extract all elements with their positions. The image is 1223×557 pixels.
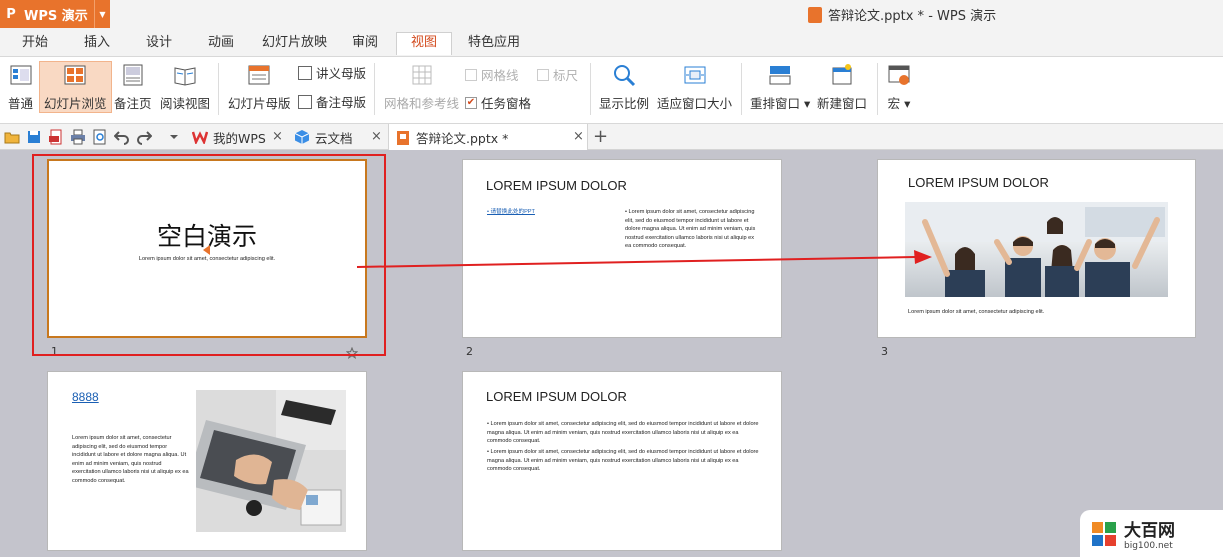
book-icon: [173, 63, 197, 87]
print-preview-icon[interactable]: [92, 129, 108, 145]
watermark-text: 大百网: [1124, 521, 1175, 541]
wps-w-logo-icon: [192, 131, 208, 144]
ruler-checkbox-box[interactable]: [537, 68, 549, 81]
arrange-windows-icon: [768, 63, 792, 87]
close-icon[interactable]: ×: [272, 129, 283, 144]
arrange-windows-button[interactable]: 重排窗口 ▾: [750, 63, 810, 112]
tab-current-document-label: 答辩论文.pptx *: [416, 131, 509, 146]
notes-page-label: 备注页: [114, 96, 152, 111]
export-pdf-icon[interactable]: [48, 129, 64, 145]
handout-master-icon: [298, 65, 312, 80]
slide-sorter-canvas: 空白演示 Lorem ipsum dolor sit amet, consect…: [0, 150, 1223, 557]
tab-insert[interactable]: 插入: [82, 33, 112, 56]
undo-icon[interactable]: [114, 129, 130, 145]
grid-icon: [410, 63, 434, 87]
task-pane-checkbox-box[interactable]: ✔: [465, 96, 477, 109]
task-pane-checkbox[interactable]: ✔ 任务窗格: [465, 93, 531, 112]
window-title: 答辩论文.pptx * - WPS 演示: [808, 5, 996, 24]
slide-master-label: 幻灯片母版: [228, 96, 291, 111]
print-icon[interactable]: [70, 129, 86, 145]
tab-animation[interactable]: 动画: [206, 33, 236, 56]
open-folder-icon[interactable]: [4, 129, 20, 145]
grid-guides-label: 网格和参考线: [384, 96, 460, 111]
tab-view[interactable]: 视图: [396, 32, 453, 55]
fit-window-icon: [683, 63, 707, 87]
slide-sorter-button[interactable]: 幻灯片浏览: [39, 61, 112, 113]
notes-page-icon: [121, 63, 145, 87]
fit-window-button[interactable]: 适应窗口大小: [657, 63, 732, 112]
add-tab-icon[interactable]: +: [593, 126, 608, 147]
arrange-windows-label: 重排窗口 ▾: [750, 96, 811, 111]
notes-page-button[interactable]: 备注页: [114, 63, 152, 112]
document-tab-bar: 我的WPS × 云文档 × 答辩论文.pptx * × +: [0, 124, 1223, 151]
new-window-icon: [830, 63, 854, 87]
notes-master-icon: [298, 94, 312, 109]
slide-sorter-label: 幻灯片浏览: [44, 96, 107, 111]
tab-review[interactable]: 审阅: [350, 33, 380, 56]
close-icon[interactable]: ×: [573, 129, 584, 144]
watermark-url: big100.net: [1124, 541, 1173, 551]
normal-view-label: 普通: [8, 96, 34, 111]
ribbon-toolbar: 普通 幻灯片浏览 备注页 阅读视图 幻灯片母版 讲义母版 备注母版 网格和参考线…: [0, 56, 1223, 124]
wps-logo-icon: P: [6, 6, 16, 22]
handout-master-button[interactable]: 讲义母版: [298, 63, 366, 82]
gridlines-checkbox[interactable]: 网格线: [465, 65, 519, 84]
new-window-label: 新建窗口: [817, 96, 868, 111]
presentation-file-icon: [808, 6, 822, 23]
zoom-button[interactable]: 显示比例: [599, 63, 649, 112]
chevron-down-icon[interactable]: ▼: [94, 0, 110, 28]
grid-guides-button[interactable]: 网格和参考线: [384, 63, 459, 112]
notes-master-button[interactable]: 备注母版: [298, 92, 366, 111]
new-window-button[interactable]: 新建窗口: [817, 63, 867, 112]
reading-view-button[interactable]: 阅读视图: [160, 63, 210, 112]
tab-special[interactable]: 特色应用: [466, 33, 522, 56]
app-name: WPS 演示: [24, 8, 88, 24]
normal-view-button[interactable]: 普通: [8, 63, 33, 112]
ribbon-divider: [374, 63, 375, 115]
customize-dropdown-icon[interactable]: [166, 129, 182, 145]
reading-view-label: 阅读视图: [160, 96, 211, 111]
tab-my-wps-label: 我的WPS: [213, 130, 266, 146]
menu-tab-bar: 开始 插入 设计 动画 幻灯片放映 审阅 视图 特色应用: [0, 28, 1223, 56]
ruler-checkbox[interactable]: 标尺: [537, 65, 578, 84]
ribbon-divider: [741, 63, 742, 115]
macro-label: 宏 ▾: [887, 96, 911, 111]
slide-master-button[interactable]: 幻灯片母版: [228, 63, 291, 112]
slide-master-icon: [247, 63, 271, 87]
magnifier-icon: [612, 63, 636, 87]
task-pane-label: 任务窗格: [481, 96, 532, 111]
ruler-label: 标尺: [553, 68, 579, 83]
ribbon-divider: [590, 63, 591, 115]
tab-slideshow[interactable]: 幻灯片放映: [260, 33, 329, 56]
wps-app-menu-button[interactable]: P WPS 演示 ▼: [0, 0, 110, 28]
ribbon-divider: [877, 63, 878, 115]
tab-design[interactable]: 设计: [144, 33, 174, 56]
annotation-arrow: [356, 250, 932, 268]
gridlines-checkbox-box[interactable]: [465, 68, 477, 81]
handout-master-label: 讲义母版: [316, 66, 367, 81]
macro-button[interactable]: 宏 ▾: [887, 63, 911, 112]
title-bar: P WPS 演示 ▼ 答辩论文.pptx * - WPS 演示: [0, 0, 1223, 28]
normal-view-icon: [9, 63, 33, 87]
tab-cloud-docs-label: 云文档: [315, 130, 353, 146]
zoom-label: 显示比例: [599, 96, 650, 111]
gridlines-label: 网格线: [481, 68, 519, 83]
tab-home[interactable]: 开始: [20, 33, 50, 56]
slide-sorter-icon: [63, 63, 87, 87]
cloud-cube-icon: [294, 130, 310, 144]
redo-icon[interactable]: [136, 129, 152, 145]
tab-current-document[interactable]: 答辩论文.pptx *: [388, 124, 588, 151]
save-icon[interactable]: [26, 129, 42, 145]
window-title-text: 答辩论文.pptx * - WPS 演示: [828, 9, 997, 24]
presentation-file-icon: [397, 130, 409, 145]
close-icon[interactable]: ×: [371, 129, 382, 144]
ribbon-divider: [218, 63, 219, 115]
macro-icon: [887, 63, 911, 87]
site-logo-icon: [1092, 521, 1116, 546]
notes-master-label: 备注母版: [316, 95, 367, 110]
site-watermark: 大百网 big100.net: [1080, 510, 1223, 557]
fit-window-label: 适应窗口大小: [657, 96, 733, 111]
